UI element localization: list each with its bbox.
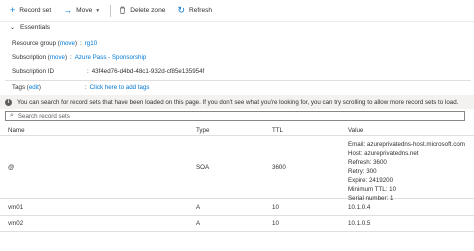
move-label: Move — [76, 7, 93, 14]
table-row[interactable]: vm02 A 10 10.1.0.5 — [0, 216, 474, 232]
arrow-right-icon: → — [63, 5, 73, 15]
value-line: Host: azureprivatedns.net — [348, 150, 419, 157]
essentials-toggle[interactable]: ⌄ Essentials — [10, 24, 50, 31]
chevron-down-icon: ⌄ — [10, 25, 16, 31]
colon: : — [87, 67, 89, 75]
resource-group-move-link[interactable]: move — [60, 40, 75, 47]
column-header-name[interactable]: Name — [8, 127, 25, 134]
record-name[interactable]: vm01 — [8, 203, 23, 212]
record-type: SOA — [196, 164, 210, 171]
info-icon: i — [5, 98, 12, 106]
refresh-button[interactable]: ↻ Refresh — [177, 6, 212, 15]
paren-close: ) — [38, 83, 41, 91]
colon: : — [84, 83, 87, 91]
tags-edit-link[interactable]: edit — [29, 84, 39, 91]
record-name[interactable]: @ — [8, 163, 14, 172]
colon: : — [80, 39, 82, 47]
essentials-divider — [5, 80, 471, 81]
search-input[interactable] — [17, 112, 438, 120]
colon: : — [70, 53, 72, 61]
subscription-key: Subscription — [12, 53, 47, 61]
add-record-set-button[interactable]: + Record set — [10, 6, 51, 15]
paren-close: ) — [64, 53, 68, 61]
record-type: A — [196, 220, 201, 227]
paren-close: ) — [74, 39, 78, 47]
record-value: Email: azureprivatedns-host.microsoft.co… — [348, 140, 465, 203]
add-record-set-label: Record set — [19, 7, 52, 14]
value-line: Email: azureprivatedns-host.microsoft.co… — [348, 141, 465, 148]
record-ttl: 10 — [272, 204, 279, 211]
subscription-id-row: Subscription ID : 43f4ed76-d4bd-48c1-932… — [12, 66, 204, 76]
column-header-type[interactable]: Type — [196, 127, 209, 134]
tags-key: Tags — [12, 83, 26, 91]
table-row[interactable]: vm01 A 10 10.1.0.4 — [0, 200, 474, 216]
subscription-id-key: Subscription ID — [12, 67, 54, 75]
search-icon: ⌕ — [10, 112, 14, 119]
delete-zone-button[interactable]: Delete zone — [119, 6, 165, 16]
delete-zone-label: Delete zone — [130, 7, 166, 14]
table-row[interactable]: @ SOA 3600 Email: azureprivatedns-host.m… — [0, 137, 474, 202]
value-line: Minimum TTL: 10 — [348, 186, 397, 193]
subscription-row: Subscription (move) : Azure Pass - Spons… — [12, 52, 146, 62]
move-button[interactable]: → Move ▼ — [63, 6, 100, 15]
subscription-id-value: 43f4ed76-d4bd-48c1-932d-cf85e135954f — [91, 67, 205, 75]
resource-group-key: Resource group — [12, 39, 57, 47]
record-value: 10.1.0.4 — [348, 204, 371, 211]
value-line: Retry: 300 — [348, 168, 377, 175]
column-header-value[interactable]: Value — [348, 127, 363, 134]
command-bar: + Record set → Move ▼ Delete zone ↻ Refr… — [0, 0, 474, 22]
record-ttl: 3600 — [272, 164, 286, 171]
refresh-label: Refresh — [188, 7, 213, 14]
toolbar-separator — [110, 4, 112, 17]
subscription-move-link[interactable]: move — [50, 54, 65, 61]
value-line: Expire: 2419200 — [348, 177, 394, 184]
resource-group-link[interactable]: rg10 — [85, 40, 97, 47]
value-line: Refresh: 3600 — [348, 159, 387, 166]
essentials-title: Essentials — [20, 24, 51, 31]
refresh-icon: ↻ — [177, 5, 185, 15]
chevron-down-icon: ▼ — [95, 7, 101, 14]
record-value: 10.1.0.5 — [348, 220, 371, 227]
column-header-ttl[interactable]: TTL — [272, 127, 283, 134]
record-name[interactable]: vm02 — [8, 219, 23, 228]
subscription-link[interactable]: Azure Pass - Sponsorship — [75, 54, 147, 61]
add-tags-link[interactable]: Click here to add tags — [90, 84, 150, 91]
info-banner-text: You can search for record sets that have… — [17, 98, 459, 106]
plus-icon: + — [10, 5, 16, 15]
table-header: Name Type TTL Value — [0, 124, 474, 136]
resource-group-row: Resource group (move) : rg10 — [12, 38, 97, 48]
search-box[interactable]: ⌕ — [5, 111, 465, 121]
record-ttl: 10 — [272, 220, 279, 227]
info-banner: i You can search for record sets that ha… — [0, 95, 474, 109]
tags-row: Tags (edit) : Click here to add tags — [12, 82, 150, 92]
trash-icon — [119, 6, 126, 16]
record-type: A — [196, 204, 201, 211]
